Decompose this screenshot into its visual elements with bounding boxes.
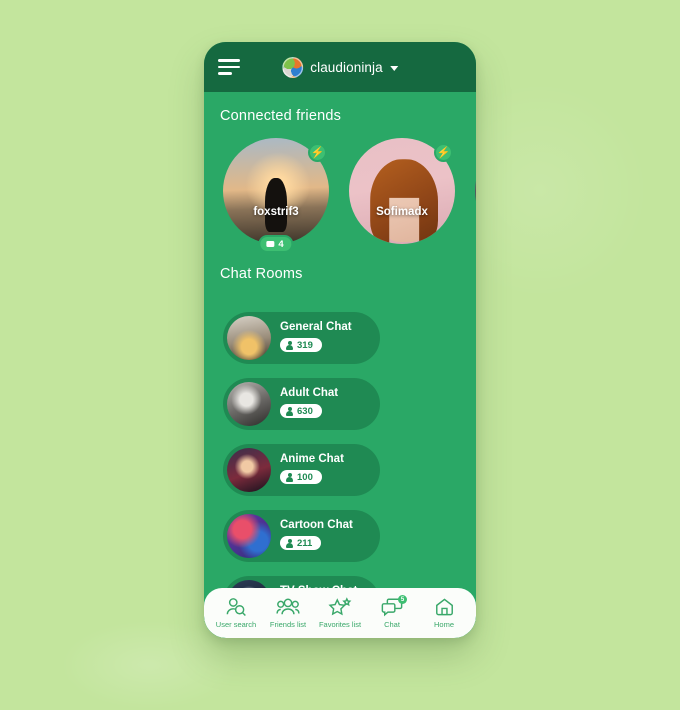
friend-name-label: And (475, 206, 476, 218)
username-label: claudioninja (310, 59, 383, 75)
chat-room-item[interactable]: General Chat 319 (223, 312, 380, 364)
nav-chat[interactable]: 5 Chat (366, 595, 418, 629)
friend-card[interactable]: foxstrif3 ⚡ 4 (223, 138, 329, 253)
chat-room-item[interactable]: Anime Chat 100 (223, 444, 380, 496)
nav-user-search[interactable]: User search (210, 597, 262, 629)
nav-label: Home (433, 620, 454, 629)
room-thumbnail (227, 448, 271, 492)
room-member-count: 630 (280, 404, 322, 419)
room-thumbnail (227, 382, 271, 426)
room-name-label: Adult Chat (280, 387, 339, 400)
nav-label: Favorites list (318, 620, 362, 629)
bolt-icon[interactable]: ⚡ (308, 143, 327, 162)
room-name-label: Anime Chat (280, 453, 344, 466)
message-count-badge[interactable]: 4 (258, 235, 294, 253)
nav-label: Friends list (269, 620, 307, 629)
room-member-count: 211 (280, 536, 322, 551)
bottom-navigation: User search Friends list Favorites list (204, 588, 476, 638)
room-thumbnail (227, 514, 271, 558)
message-count-value: 4 (278, 238, 284, 250)
chat-bubble-icon (266, 241, 275, 247)
screen-content: Connected friends foxstrif3 ⚡ 4 Sofimadx… (204, 92, 476, 638)
chat-unread-badge: 5 (398, 595, 407, 604)
person-icon (286, 406, 293, 416)
chat-room-item[interactable]: Adult Chat 630 (223, 378, 380, 430)
friends-group-icon (276, 598, 300, 615)
person-icon (286, 472, 293, 482)
room-count-value: 100 (297, 471, 313, 483)
nav-friends-list[interactable]: Friends list (262, 597, 314, 629)
room-member-count: 319 (280, 338, 322, 353)
person-icon (286, 340, 293, 350)
room-count-value: 630 (297, 405, 313, 417)
nav-label: Chat (384, 620, 400, 629)
profile-selector[interactable]: claudioninja (282, 56, 398, 78)
chat-room-item[interactable]: Cartoon Chat 211 (223, 510, 380, 562)
friend-name-label: Sofimadx (376, 206, 428, 218)
friend-name-label: foxstrif3 (253, 206, 299, 218)
friend-card[interactable]: And (475, 138, 476, 244)
room-count-value: 211 (297, 537, 313, 549)
room-member-count: 100 (280, 470, 322, 485)
friend-avatar[interactable]: And (475, 138, 476, 244)
chat-rooms-title: Chat Rooms (220, 266, 303, 282)
room-name-label: Cartoon Chat (280, 519, 353, 532)
star-favorite-icon (328, 597, 352, 616)
person-icon (286, 538, 293, 548)
room-count-value: 319 (297, 339, 313, 351)
home-icon (435, 598, 453, 616)
nav-label: User search (215, 620, 257, 629)
connected-friends-title: Connected friends (220, 108, 342, 124)
nav-favorites-list[interactable]: Favorites list (314, 597, 366, 629)
app-header: claudioninja (204, 42, 476, 92)
chevron-down-icon[interactable] (389, 65, 398, 71)
friend-card[interactable]: Sofimadx ⚡ (349, 138, 455, 244)
friends-carousel[interactable]: foxstrif3 ⚡ 4 Sofimadx ⚡ And (204, 124, 476, 253)
hamburger-menu-icon[interactable] (218, 59, 240, 75)
bolt-icon[interactable]: ⚡ (434, 143, 453, 162)
app-logo-icon (282, 56, 304, 78)
phone-mockup: claudioninja Connected friends foxstrif3… (204, 42, 476, 638)
user-search-icon (226, 598, 246, 616)
room-thumbnail (227, 316, 271, 360)
nav-home[interactable]: Home (418, 597, 470, 629)
room-name-label: General Chat (280, 321, 352, 334)
